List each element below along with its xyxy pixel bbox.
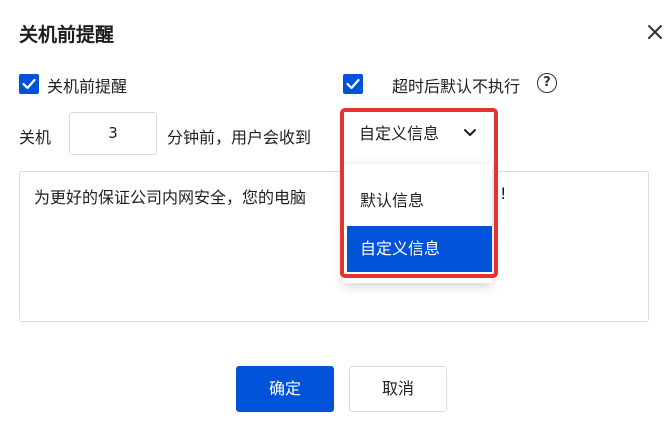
message-type-dropdown: 默认信息 自定义信息 bbox=[343, 164, 492, 283]
message-text: 为更好的保证公司内网安全，您的电脑 bbox=[34, 188, 307, 207]
confirm-button[interactable]: 确定 bbox=[236, 366, 334, 412]
check-icon bbox=[22, 78, 36, 90]
timeout-default-not-execute-checkbox[interactable] bbox=[343, 74, 363, 94]
close-icon[interactable] bbox=[645, 22, 665, 42]
message-textarea[interactable]: 为更好的保证公司内网安全，您的电脑 ! bbox=[19, 171, 649, 322]
remind-before-shutdown-label: 关机前提醒 bbox=[47, 77, 128, 96]
remind-before-shutdown-checkbox[interactable] bbox=[19, 74, 39, 94]
shutdown-suffix-label: 分钟前，用户会收到 bbox=[167, 128, 312, 147]
cancel-button[interactable]: 取消 bbox=[349, 366, 447, 412]
message-type-select[interactable]: 自定义信息 bbox=[343, 112, 491, 155]
check-icon bbox=[346, 78, 360, 90]
shutdown-reminder-dialog: 关机前提醒 关机前提醒 超时后默认不执行 ? 关机 3 分钟前，用户会收到 自定… bbox=[0, 0, 672, 433]
message-text-tail: ! bbox=[500, 184, 507, 203]
timeout-default-not-execute-label: 超时后默认不执行 bbox=[392, 77, 521, 96]
dropdown-option-default-message[interactable]: 默认信息 bbox=[347, 178, 492, 224]
shutdown-prefix-label: 关机 bbox=[19, 128, 52, 147]
question-circle-icon[interactable]: ? bbox=[537, 73, 557, 93]
message-type-selected-value: 自定义信息 bbox=[359, 124, 440, 143]
minutes-input[interactable]: 3 bbox=[69, 112, 157, 155]
dropdown-option-custom-message[interactable]: 自定义信息 bbox=[347, 226, 492, 272]
dialog-title: 关机前提醒 bbox=[19, 24, 115, 46]
chevron-down-icon bbox=[464, 129, 476, 136]
